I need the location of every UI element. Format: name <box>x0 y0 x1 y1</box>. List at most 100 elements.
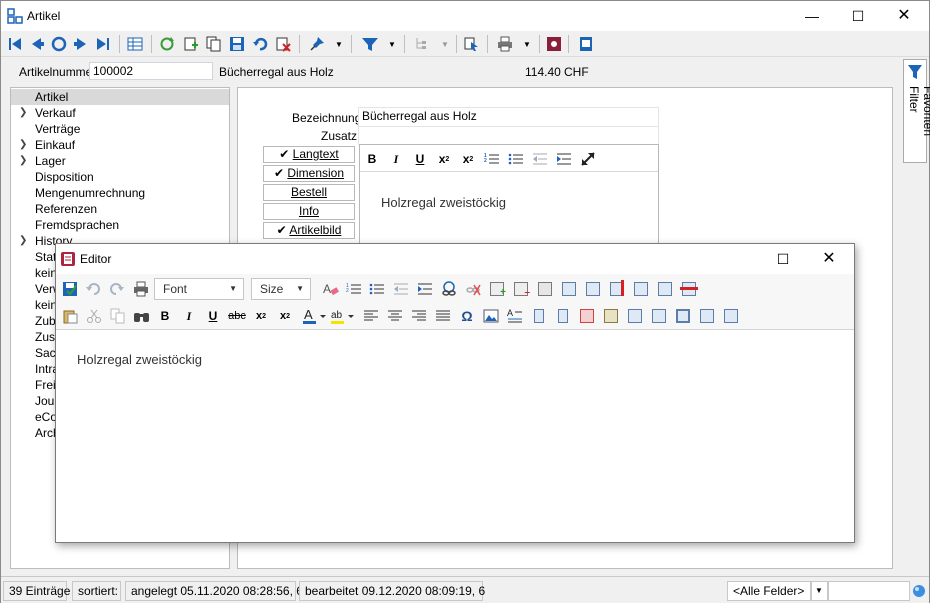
print-icon[interactable] <box>132 280 150 298</box>
redo-icon[interactable] <box>108 280 126 298</box>
insert-column-right-icon[interactable] <box>584 280 602 298</box>
split-cell-horizontal-icon[interactable] <box>626 307 644 325</box>
subscript-icon[interactable]: x2 <box>252 307 270 325</box>
editor-close-button[interactable]: ✕ <box>806 244 852 274</box>
table-borders-icon[interactable] <box>674 307 692 325</box>
table-view-icon[interactable] <box>125 34 145 54</box>
insert-row-above-icon[interactable] <box>632 280 650 298</box>
search-input[interactable] <box>828 581 910 601</box>
side-button[interactable]: Info <box>263 203 355 220</box>
font-color-icon[interactable]: A <box>302 307 328 325</box>
tree-item[interactable]: Referenzen <box>11 201 229 217</box>
align-justify-icon[interactable] <box>434 307 452 325</box>
outdent-icon[interactable] <box>392 280 410 298</box>
italic-icon[interactable]: I <box>386 149 406 169</box>
remove-link-icon[interactable] <box>464 280 482 298</box>
tree-item[interactable]: ❯ Einkauf <box>11 137 229 153</box>
expand-editor-icon[interactable] <box>578 149 598 169</box>
notes-icon[interactable] <box>576 34 596 54</box>
print-icon[interactable] <box>495 34 515 54</box>
bezeichnung-field[interactable]: Bücherregal aus Holz <box>358 107 659 127</box>
tree-item[interactable]: Artikel <box>11 89 229 105</box>
tree-item[interactable]: Verträge <box>11 121 229 137</box>
zusatz-field[interactable] <box>358 126 659 145</box>
copy-icon[interactable] <box>109 307 127 325</box>
numbered-list-icon[interactable]: 12 <box>482 149 502 169</box>
split-cell-vertical-icon[interactable] <box>650 307 668 325</box>
delete-row-icon[interactable] <box>680 280 698 298</box>
outdent-icon[interactable] <box>530 149 550 169</box>
refresh-nav-icon[interactable] <box>49 34 69 54</box>
font-select[interactable]: Font ▼ <box>154 278 244 300</box>
insert-table-icon[interactable]: + <box>488 280 506 298</box>
previous-record-icon[interactable] <box>27 34 47 54</box>
pin-dropdown-icon[interactable]: ▼ <box>335 40 343 49</box>
chevron-down-icon[interactable]: ▼ <box>811 581 828 601</box>
underline-icon[interactable]: U <box>204 307 222 325</box>
document-tools-icon[interactable] <box>544 34 564 54</box>
bullet-list-icon[interactable] <box>368 280 386 298</box>
first-record-icon[interactable] <box>5 34 25 54</box>
chevron-right-icon[interactable]: ❯ <box>19 137 27 153</box>
editor-maximize-button[interactable]: ☐ <box>760 244 806 274</box>
table-properties-icon[interactable] <box>536 280 554 298</box>
goto-record-icon[interactable] <box>461 34 481 54</box>
delete-column-icon[interactable] <box>608 280 626 298</box>
chevron-right-icon[interactable]: ❯ <box>19 153 27 169</box>
minimize-button[interactable]: — <box>789 1 835 31</box>
italic-icon[interactable]: I <box>180 307 198 325</box>
tree-item[interactable]: ❯ Lager <box>11 153 229 169</box>
save-close-icon[interactable] <box>61 280 79 298</box>
filter-dropdown-icon[interactable]: ▼ <box>388 40 396 49</box>
next-record-icon[interactable] <box>71 34 91 54</box>
paragraph-format-icon[interactable]: A <box>506 307 524 325</box>
maximize-button[interactable]: ☐ <box>835 1 881 31</box>
strikethrough-icon[interactable]: abc <box>228 307 246 325</box>
chevron-right-icon[interactable]: ❯ <box>19 233 27 249</box>
new-record-icon[interactable] <box>181 34 201 54</box>
align-left-icon[interactable] <box>362 307 380 325</box>
tree-item[interactable]: Disposition <box>11 169 229 185</box>
merge-cells-icon[interactable] <box>578 307 596 325</box>
insert-image-icon[interactable] <box>482 307 500 325</box>
merge-left-icon[interactable] <box>530 307 548 325</box>
save-icon[interactable] <box>227 34 247 54</box>
copy-record-icon[interactable] <box>204 34 224 54</box>
indent-icon[interactable] <box>554 149 574 169</box>
reload-icon[interactable] <box>157 34 177 54</box>
special-character-icon[interactable]: Ω <box>458 307 476 325</box>
delete-table-icon[interactable]: – <box>512 280 530 298</box>
field-filter-select[interactable]: <Alle Felder> <box>727 581 811 601</box>
chevron-right-icon[interactable]: ❯ <box>19 105 27 121</box>
tree-dropdown-icon[interactable]: ▼ <box>441 40 449 49</box>
artikelnummer-field[interactable]: 100002 <box>89 62 213 80</box>
highlight-color-icon[interactable]: ab <box>330 307 356 325</box>
print-dropdown-icon[interactable]: ▼ <box>523 40 531 49</box>
find-icon[interactable] <box>133 307 151 325</box>
pin-icon[interactable] <box>307 34 327 54</box>
size-select[interactable]: Size ▼ <box>251 278 311 300</box>
subscript-icon[interactable]: x2 <box>434 149 454 169</box>
indent-icon[interactable] <box>416 280 434 298</box>
align-right-icon[interactable] <box>410 307 428 325</box>
tree-item[interactable]: ❯ Verkauf <box>11 105 229 121</box>
delete-record-icon[interactable] <box>273 34 293 54</box>
bullet-list-icon[interactable] <box>506 149 526 169</box>
bold-icon[interactable]: B <box>362 149 382 169</box>
favorites-filter-tab[interactable]: Favoriten Filter <box>903 59 930 163</box>
tree-item[interactable]: Mengenumrechnung <box>11 185 229 201</box>
merge-right-icon[interactable] <box>554 307 572 325</box>
undo-icon[interactable] <box>84 280 102 298</box>
undo-icon[interactable] <box>250 34 270 54</box>
numbered-list-icon[interactable]: 12 <box>345 280 363 298</box>
globe-icon[interactable] <box>912 584 926 601</box>
close-button[interactable]: ✕ <box>881 1 927 31</box>
last-record-icon[interactable] <box>93 34 113 54</box>
side-button[interactable]: Bestell <box>263 184 355 201</box>
insert-row-below-icon[interactable] <box>656 280 674 298</box>
superscript-icon[interactable]: x2 <box>276 307 294 325</box>
bold-icon[interactable]: B <box>156 307 174 325</box>
table-grid-icon[interactable] <box>698 307 716 325</box>
filter-icon[interactable] <box>360 34 380 54</box>
side-button[interactable]: ✔ Langtext <box>263 146 355 163</box>
